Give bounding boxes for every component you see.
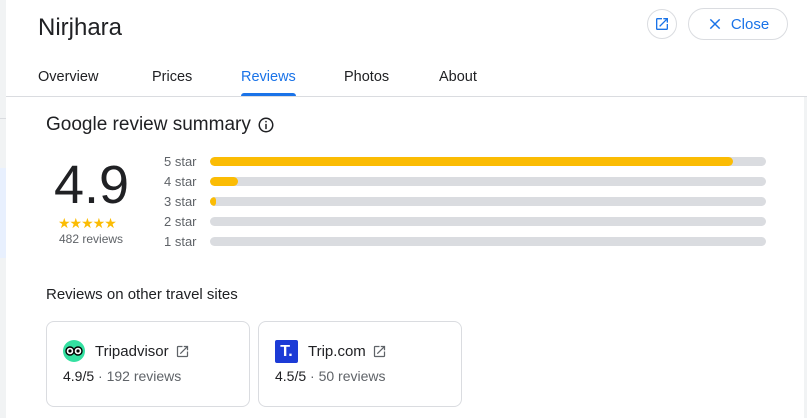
site-name: Tripadvisor — [95, 342, 169, 360]
tab-overview[interactable]: Overview — [38, 69, 98, 85]
rating-bar-label: 4 star — [164, 174, 197, 189]
rating-bar-fill — [210, 197, 216, 206]
tabs-divider — [6, 96, 807, 97]
edge-highlight — [0, 168, 6, 258]
site-header: Tripadvisor — [63, 340, 190, 362]
trip-com-logo: T. — [275, 340, 298, 363]
rating-bar-track — [210, 237, 766, 246]
site-name: Trip.com — [308, 343, 366, 360]
tab-prices[interactable]: Prices — [152, 69, 192, 85]
rating-bar-5: 5 star — [164, 152, 768, 172]
edge-divider — [0, 118, 6, 119]
site-review-count: · 50 reviews — [306, 368, 386, 384]
review-summary-title: Google review summary — [46, 114, 251, 135]
close-label: Close — [730, 15, 770, 33]
tab-photos[interactable]: Photos — [344, 69, 389, 85]
rating-bar-label: 3 star — [164, 194, 197, 209]
rating-bar-1: 1 star — [164, 232, 768, 252]
rating-bar-3: 3 star — [164, 192, 768, 212]
hotel-title: Nirjhara — [38, 14, 123, 41]
info-icon[interactable] — [257, 116, 275, 134]
close-button[interactable]: Close — [688, 8, 788, 40]
site-score: 4.9/5 — [63, 368, 95, 384]
rating-bar-track — [210, 177, 766, 186]
trip-com-card[interactable]: T. Trip.com 4.5/5 · 50 reviews — [258, 321, 462, 407]
tripadvisor-card[interactable]: Tripadvisor 4.9/5 · 192 reviews — [46, 321, 250, 407]
rating-bar-track — [210, 217, 766, 226]
rating-bar-label: 5 star — [164, 154, 197, 169]
overall-rating: 4.9 — [54, 155, 130, 215]
review-summary-heading: Google review summary — [46, 114, 275, 136]
tripadvisor-logo — [63, 340, 85, 362]
tab-reviews[interactable]: Reviews — [241, 69, 296, 85]
rating-bar-4: 4 star — [164, 172, 768, 192]
rating-bar-fill — [210, 157, 733, 166]
tab-about[interactable]: About — [439, 69, 477, 85]
left-panel-edge — [0, 0, 6, 418]
site-header: T. Trip.com — [275, 340, 387, 363]
rating-bar-label: 1 star — [164, 234, 197, 249]
open-in-new-icon — [176, 345, 188, 357]
review-count: 482 reviews — [59, 232, 124, 246]
open-in-new-icon — [656, 18, 668, 30]
rating-bar-track — [210, 157, 766, 166]
site-review-count: · 192 reviews — [94, 368, 182, 384]
rating-bar-2: 2 star — [164, 212, 768, 232]
site-score-line: 4.5/5 · 50 reviews — [275, 368, 386, 384]
close-icon — [709, 18, 720, 30]
owl-eyes-icon — [65, 346, 83, 356]
site-score: 4.5/5 — [275, 368, 307, 384]
rating-stars: ★★★★★ — [58, 215, 117, 231]
rating-bar-label: 2 star — [164, 214, 197, 229]
tab-bar: Overview Prices Reviews Photos About — [0, 66, 807, 96]
open-in-new-icon — [373, 345, 385, 358]
other-sites-title: Reviews on other travel sites — [46, 286, 238, 303]
site-score-line: 4.9/5 · 192 reviews — [63, 368, 181, 384]
rating-bar-track — [210, 197, 766, 206]
rating-bar-fill — [210, 177, 238, 186]
open-in-new-button[interactable] — [647, 9, 677, 39]
rating-breakdown: 5 star 4 star 3 star 2 star 1 star — [164, 152, 768, 252]
